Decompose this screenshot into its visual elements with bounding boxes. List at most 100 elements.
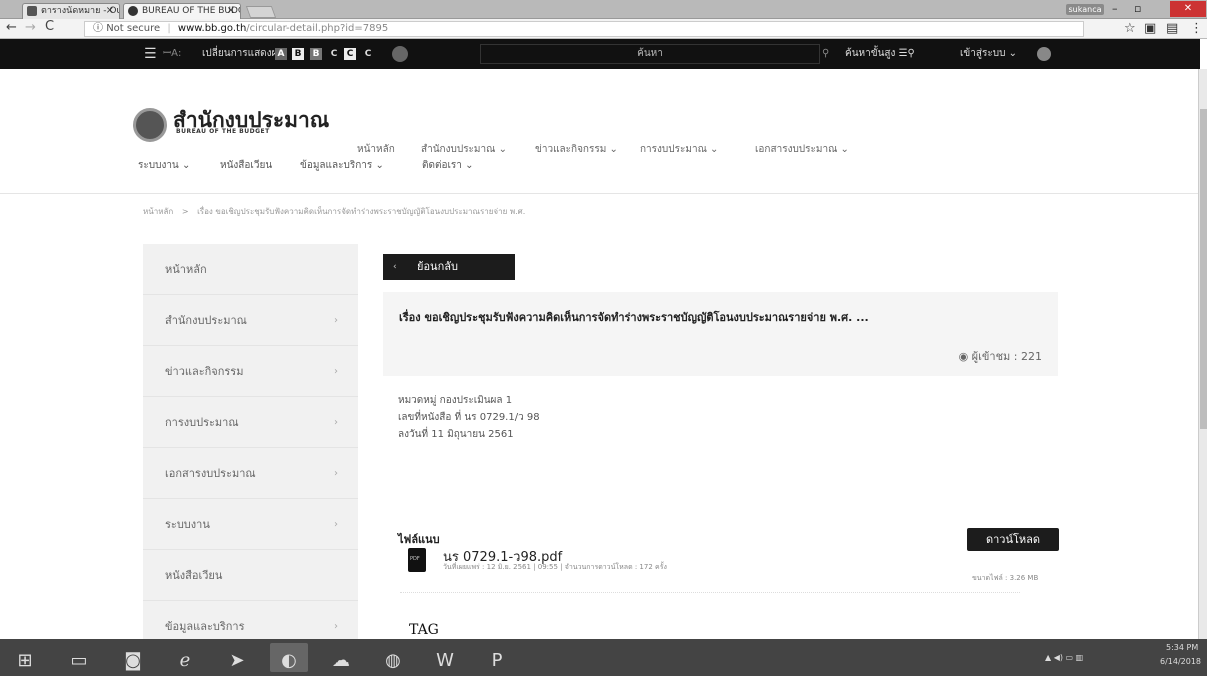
tab-bureau[interactable]: BUREAU OF THE BUDGET × xyxy=(123,3,241,19)
outlook-icon xyxy=(27,6,37,16)
taskbar-chrome[interactable]: ◐ xyxy=(270,643,308,672)
download-button[interactable]: ดาวน์โหลด xyxy=(967,528,1059,551)
sidebar-item-systems[interactable]: ระบบงาน › xyxy=(143,499,358,550)
accessibility-icon[interactable] xyxy=(392,46,408,62)
nav-home[interactable]: หน้าหลัก xyxy=(357,142,395,157)
nav-bureau[interactable]: สำนักงบประมาณ ⌄ xyxy=(421,142,507,157)
breadcrumb: หน้าหลัก > เรื่อง ขอเชิญประชุมรับฟังความ… xyxy=(143,205,525,218)
browser-tab-bar: ตารางนัดหมาย - Outlook × BUREAU OF THE B… xyxy=(0,0,1207,19)
hamburger-icon[interactable]: ☰ xyxy=(144,39,157,69)
back-arrow-icon[interactable]: ← xyxy=(6,20,17,35)
cloud-icon: ☁ xyxy=(332,650,350,671)
folder-icon: ▭ xyxy=(70,650,88,671)
start-button[interactable]: ⊞ xyxy=(6,643,44,672)
taskbar-app[interactable]: ➤ xyxy=(218,643,256,672)
taskbar-powerpoint[interactable]: P xyxy=(478,643,516,672)
new-tab-button[interactable] xyxy=(245,6,277,18)
user-avatar-icon[interactable] xyxy=(1037,47,1051,61)
menu-dots-icon[interactable]: ⋮ xyxy=(1190,21,1203,36)
scrollbar-thumb[interactable] xyxy=(1200,109,1207,429)
sidebar-item-budget-docs[interactable]: เอกสารงบประมาณ › xyxy=(143,448,358,499)
breadcrumb-current: เรื่อง ขอเชิญประชุมรับฟังความคิดเห็นการจ… xyxy=(197,207,526,216)
nav-circulars[interactable]: หนังสือเวียน xyxy=(220,158,272,173)
nav-contact[interactable]: ติดต่อเรา ⌄ xyxy=(422,158,473,173)
ie-icon: ℯ xyxy=(179,650,191,671)
tab-outlook[interactable]: ตารางนัดหมาย - Outlook × xyxy=(22,3,120,19)
circular-doc-number: เลขที่หนังสือ ที่ นร 0729.1/ว 98 xyxy=(398,412,540,423)
divider: | xyxy=(167,23,171,34)
close-icon[interactable]: × xyxy=(227,4,235,18)
taskbar-outlook[interactable]: ◙ xyxy=(114,643,152,672)
profile-badge[interactable]: sukanca xyxy=(1066,4,1104,15)
star-icon[interactable]: ☆ xyxy=(1124,21,1136,36)
nav-services[interactable]: ข้อมูลและบริการ ⌄ xyxy=(300,158,384,173)
mode-button-b[interactable]: B xyxy=(292,48,304,60)
clock-date[interactable]: 6/14/2018 xyxy=(1160,657,1201,666)
circular-header-box: เรื่อง ขอเชิญประชุมรับฟังความคิดเห็นการจ… xyxy=(383,292,1058,376)
mode-button-c2[interactable]: C xyxy=(344,48,356,60)
taskbar-word[interactable]: W xyxy=(426,643,464,672)
clock-time[interactable]: 5:34 PM xyxy=(1166,643,1198,652)
display-mode-label: เปลี่ยนการแสดงผล xyxy=(202,48,284,59)
breadcrumb-home[interactable]: หน้าหลัก xyxy=(143,207,173,216)
window-close-button[interactable]: ✕ xyxy=(1170,1,1206,17)
circular-category: หมวดหมู่ กองประเมินผล 1 xyxy=(398,395,513,406)
divider xyxy=(400,592,1020,593)
page-scrollbar[interactable] xyxy=(1198,69,1207,639)
mode-button-c3[interactable]: C xyxy=(362,48,374,60)
attachments-heading: ไฟล์แนบ xyxy=(398,533,440,546)
maximize-icon[interactable]: ▫ xyxy=(1134,2,1141,15)
nav-budgeting[interactable]: การงบประมาณ ⌄ xyxy=(640,142,718,157)
extension-icon[interactable]: ▣ xyxy=(1144,21,1156,36)
url-input[interactable]: ⓘ Not secure | www.bb.go.th/circular-det… xyxy=(84,21,1084,37)
windows-icon: ⊞ xyxy=(17,650,33,671)
budget-bureau-seal-logo[interactable] xyxy=(133,108,167,142)
sidebar-item-news[interactable]: ข่าวและกิจกรรม › xyxy=(143,346,358,397)
taskbar-internet-explorer[interactable]: ℯ xyxy=(166,643,204,672)
forward-arrow-icon[interactable]: → xyxy=(25,20,36,35)
taskbar-line[interactable]: ◍ xyxy=(374,643,412,672)
chrome-icon: ◐ xyxy=(281,650,297,671)
chevron-right-icon: › xyxy=(334,519,338,530)
tag-heading: TAG xyxy=(409,622,439,638)
sidebar-item-bureau[interactable]: สำนักงบประมาณ › xyxy=(143,295,358,346)
site-name-eng: BUREAU OF THE BUDGET xyxy=(176,128,270,135)
info-icon: ⓘ xyxy=(93,23,103,34)
nav-budget-docs[interactable]: เอกสารงบประมาณ ⌄ xyxy=(755,142,849,157)
back-button[interactable]: ‹ ย้อนกลับ xyxy=(383,254,515,280)
pdf-file-icon: PDF xyxy=(408,548,426,572)
circular-date: ลงวันที่ 11 มิถุนายน 2561 xyxy=(398,429,514,440)
chevron-right-icon: › xyxy=(334,315,338,326)
sidebar-item-circulars[interactable]: หนังสือเวียน xyxy=(143,550,358,601)
mode-button-a[interactable]: A xyxy=(275,48,287,60)
word-icon: W xyxy=(436,650,454,671)
security-label: Not secure xyxy=(106,23,161,34)
close-icon[interactable]: × xyxy=(106,4,114,18)
sidebar-item-home[interactable]: หน้าหลัก xyxy=(143,244,358,295)
chevron-right-icon: › xyxy=(334,468,338,479)
search-placeholder: ค้นหา xyxy=(637,48,663,59)
breadcrumb-separator: > xyxy=(181,207,189,216)
line-icon: ◍ xyxy=(385,650,401,671)
font-size-icon[interactable]: ꟷA꞉ xyxy=(163,39,181,69)
site-top-bar: ☰ ꟷA꞉ เปลี่ยนการแสดงผล A B B C C C ค้นหา… xyxy=(0,39,1200,69)
search-input[interactable]: ค้นหา xyxy=(480,44,820,64)
address-bar-row: ← → C ⓘ Not secure | www.bb.go.th/circul… xyxy=(0,19,1207,39)
nav-systems[interactable]: ระบบงาน ⌄ xyxy=(138,158,190,173)
minimize-icon[interactable]: – xyxy=(1112,2,1118,15)
sidebar-item-budgeting[interactable]: การงบประมาณ › xyxy=(143,397,358,448)
mode-button-c[interactable]: C xyxy=(328,48,340,60)
tray-icons[interactable]: ▲ ◀) ▭ ▥ xyxy=(1045,653,1083,662)
taskbar-onedrive[interactable]: ☁ xyxy=(322,643,360,672)
nav-news[interactable]: ข่าวและกิจกรรม ⌄ xyxy=(535,142,618,157)
search-icon[interactable]: ⚲ xyxy=(822,39,829,69)
mode-button-b2[interactable]: B xyxy=(310,48,322,60)
url-host: www.bb.go.th xyxy=(177,23,247,34)
taskbar-file-explorer[interactable]: ▭ xyxy=(60,643,98,672)
windows-taskbar: ⊞ ▭ ◙ ℯ ➤ ◐ ☁ ◍ W P ▲ ◀) ▭ ▥ 5:34 PM 6/1… xyxy=(0,639,1207,676)
reload-icon[interactable]: C xyxy=(45,19,54,34)
login-link[interactable]: เข้าสู่ระบบ ⌄ xyxy=(960,39,1017,69)
attachment-meta: วันที่เผยแพร่ : 12 มิ.ย. 2561 | 09:55 | … xyxy=(443,563,667,571)
extension-icon[interactable]: ▤ xyxy=(1166,21,1178,36)
advanced-search-link[interactable]: ค้นหาขั้นสูง ☰⚲ xyxy=(845,39,915,69)
